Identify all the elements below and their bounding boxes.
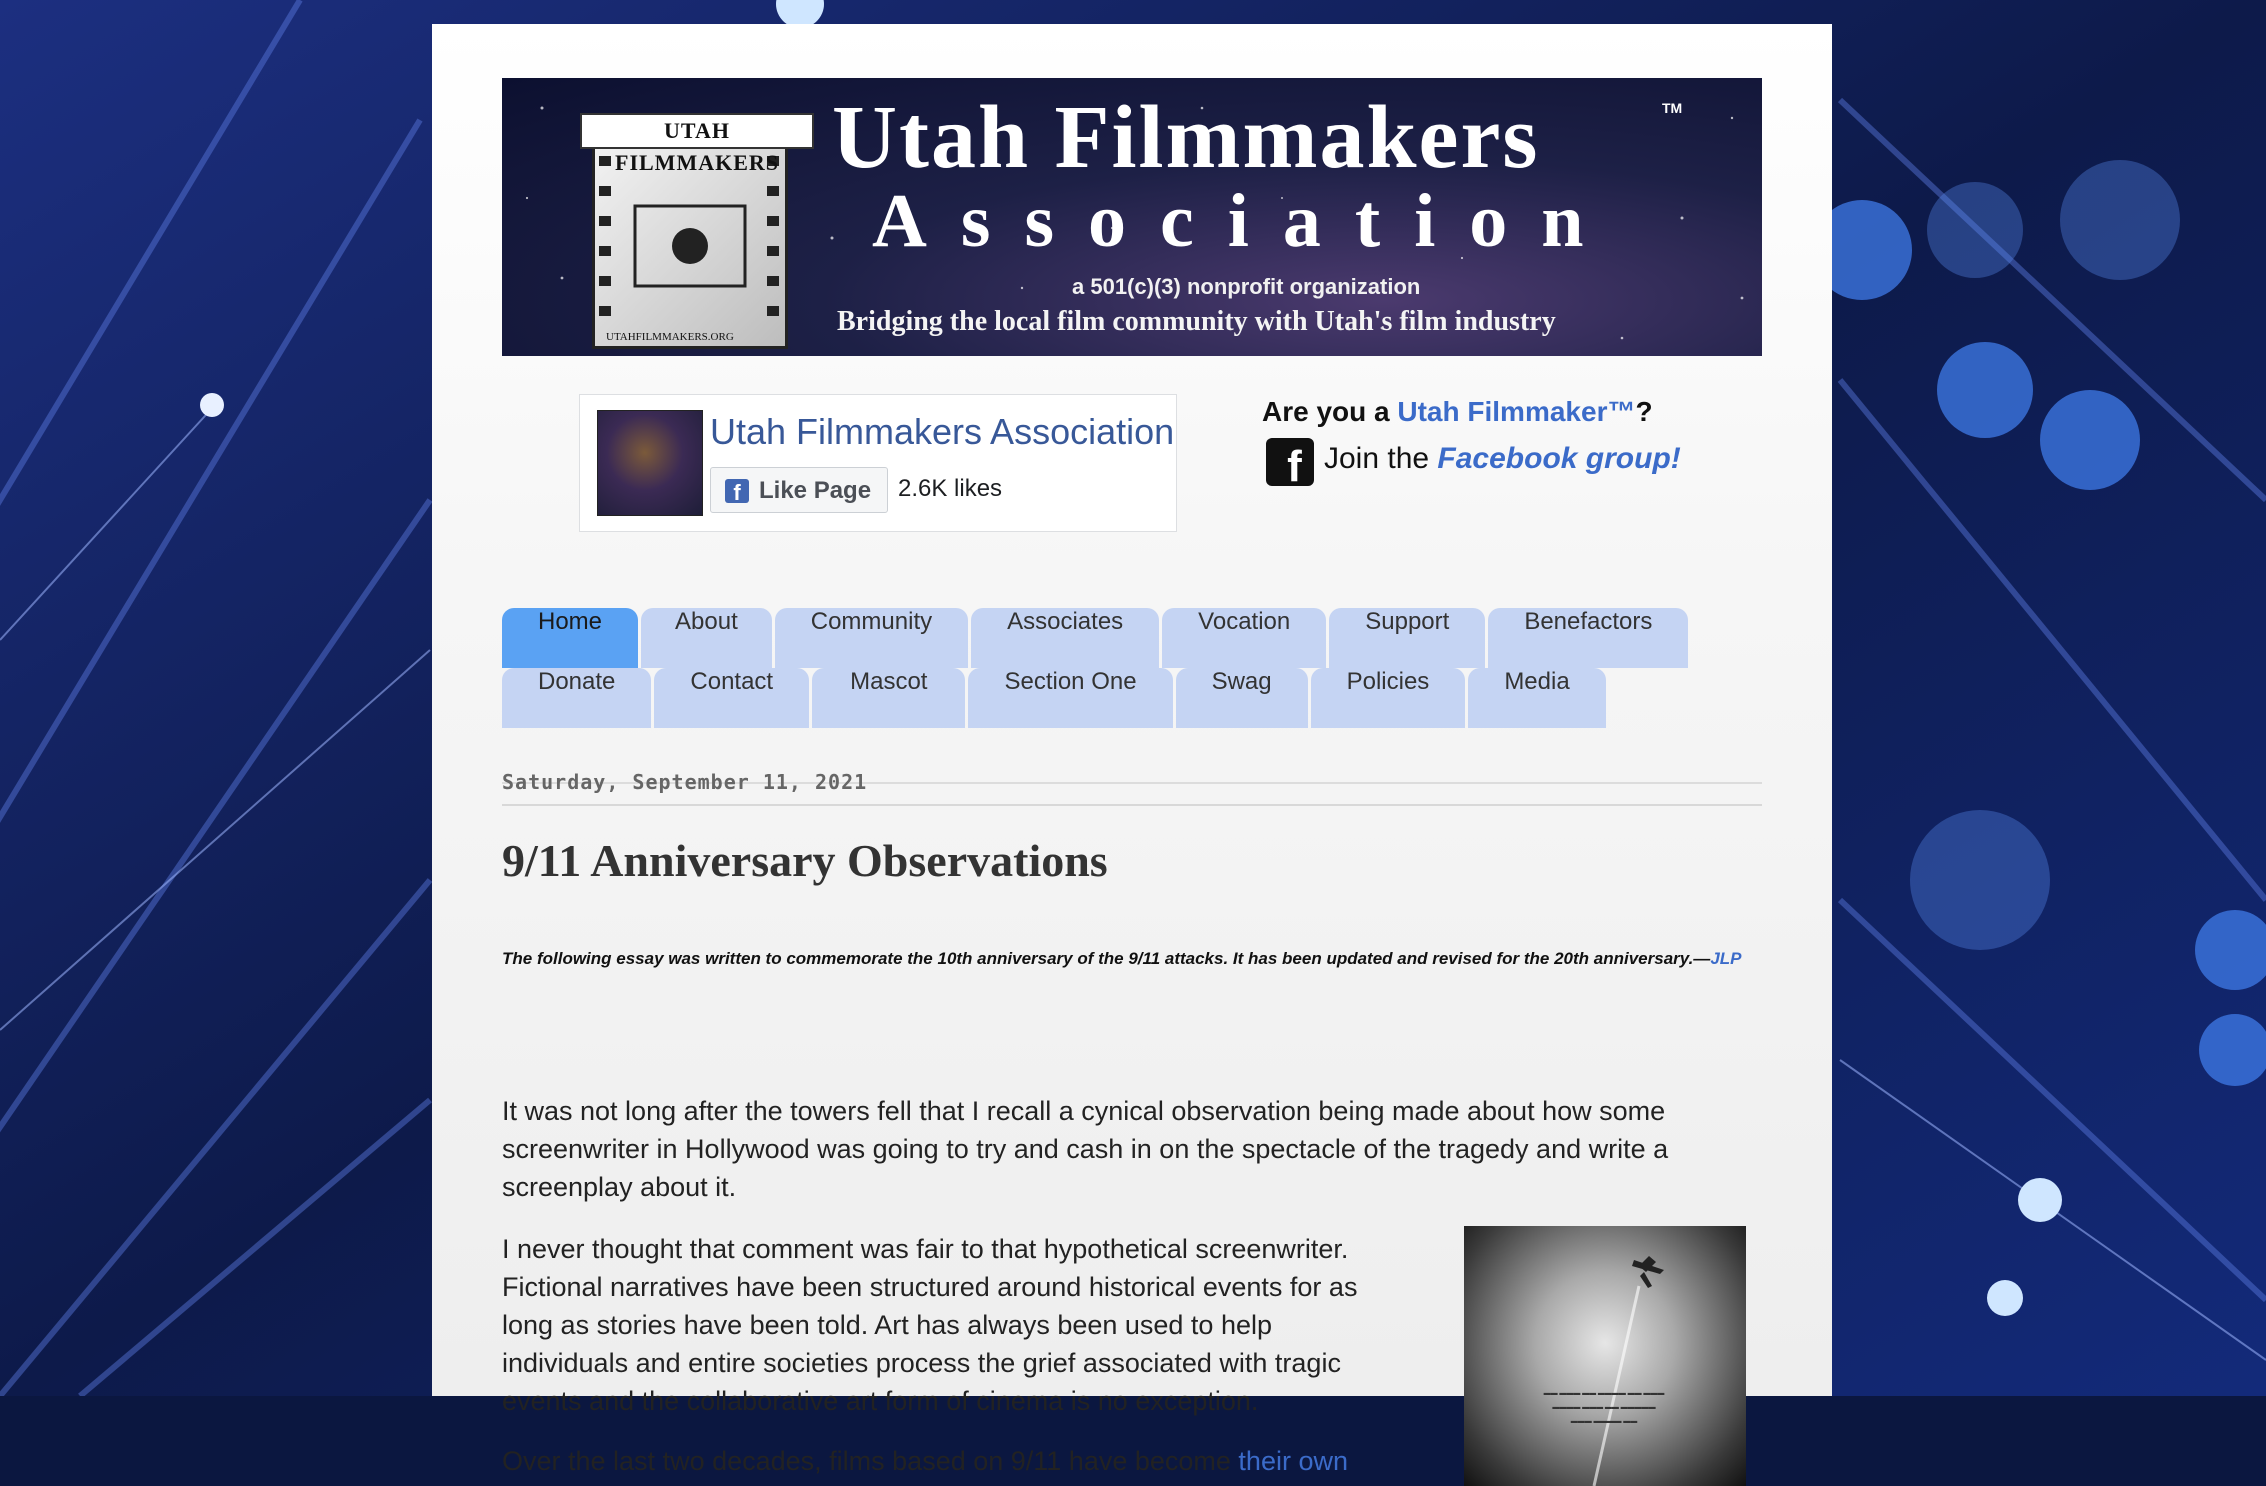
image-caption-decoration: ▬▬ ▬▬▬ ▬▬ ▬▬▬▬ ▬▬ ▬▬▬ ▬▬▬▬ ▬▬▬ ▬▬ ▬▬▬▬▬ ▬▬… xyxy=(1543,1389,1665,1425)
tab-swag[interactable]: Swag xyxy=(1175,668,1308,728)
nonprofit-note: a 501(c)(3) nonprofit organization xyxy=(1072,274,1421,299)
post-intro: The following essay was written to comme… xyxy=(502,940,1762,978)
banner-tagline: Bridging the local film community with U… xyxy=(837,306,1556,337)
airplane-icon xyxy=(1592,1256,1664,1486)
post-paragraph-3: Over the last two decades, films based o… xyxy=(502,1442,1402,1480)
facebook-f-icon: f xyxy=(725,479,749,503)
filmmaker-cta: Are you a Utah Filmmaker™? f Join the Fa… xyxy=(1262,396,1702,486)
tab-home[interactable]: Home xyxy=(502,608,639,668)
logo-url: UTAHFILMMAKERS.ORG xyxy=(606,331,734,343)
banner-subtitle: Association xyxy=(872,179,1618,263)
tab-support[interactable]: Support xyxy=(1329,608,1486,668)
facebook-group-link[interactable]: Facebook group! xyxy=(1437,442,1680,475)
facebook-page-widget: Utah Filmmakers Association f Like Page … xyxy=(579,394,1177,532)
banner-logo: UTAH FILMMAKERS UTAHFILMMAKERS.ORG xyxy=(580,113,814,351)
post-paragraph-2: I never thought that comment was fair to… xyxy=(502,1234,1358,1416)
nav-row-2: Donate Contact Mascot Section One Swag P… xyxy=(502,668,1609,728)
tab-policies[interactable]: Policies xyxy=(1310,668,1466,728)
like-page-label: Like Page xyxy=(759,477,872,504)
tab-media[interactable]: Media xyxy=(1468,668,1606,728)
likes-count: 2.6K likes xyxy=(898,475,1003,502)
their-own-link[interactable]: their own xyxy=(1238,1446,1348,1476)
post-date: Saturday, September 11, 2021 xyxy=(502,770,1762,806)
nav-row-1: Home About Community Associates Vocation… xyxy=(502,608,1691,668)
like-page-button[interactable]: f Like Page xyxy=(710,467,888,513)
tab-mascot[interactable]: Mascot xyxy=(812,668,966,728)
page-avatar[interactable] xyxy=(597,410,703,516)
tab-community[interactable]: Community xyxy=(774,608,969,668)
post-paragraph-1: It was not long after the towers fell th… xyxy=(502,1096,1669,1202)
utah-filmmaker-link[interactable]: Utah Filmmaker™ xyxy=(1397,396,1635,427)
post-intro-text: The following essay was written to comme… xyxy=(502,949,1711,968)
banner-title: Utah Filmmakers xyxy=(832,88,1540,187)
tab-contact[interactable]: Contact xyxy=(654,668,810,728)
facebook-square-icon[interactable]: f xyxy=(1266,438,1314,486)
cta-question-suffix: ? xyxy=(1635,396,1653,427)
facebook-page-name-link[interactable]: Utah Filmmakers Association xyxy=(710,411,1174,453)
cta-question-prefix: Are you a xyxy=(1262,396,1398,427)
logo-label: UTAH FILMMAKERS xyxy=(580,113,814,175)
tab-vocation[interactable]: Vocation xyxy=(1162,608,1327,668)
post-paragraph-3-text: Over the last two decades, films based o… xyxy=(502,1446,1239,1476)
tab-section-one[interactable]: Section One xyxy=(968,668,1173,728)
post-title[interactable]: 9/11 Anniversary Observations xyxy=(502,834,1108,887)
tab-associates[interactable]: Associates xyxy=(971,608,1160,668)
cta-join: f Join the Facebook group! xyxy=(1262,438,1702,486)
author-link[interactable]: JLP xyxy=(1710,949,1741,968)
main-navigation: Home About Community Associates Vocation… xyxy=(502,608,1762,784)
site-banner[interactable]: UTAH FILMMAKERS UTAHFILMMAKERS.ORG Utah … xyxy=(502,78,1762,356)
cta-join-prefix: Join the xyxy=(1324,442,1438,475)
tab-donate[interactable]: Donate xyxy=(502,668,652,728)
post-image-sky-plane[interactable]: ▬▬ ▬▬▬ ▬▬ ▬▬▬▬ ▬▬ ▬▬▬ ▬▬▬▬ ▬▬▬ ▬▬ ▬▬▬▬▬ ▬▬… xyxy=(1464,1226,1746,1486)
trademark-mark: TM xyxy=(1662,100,1683,116)
page-container: UTAH FILMMAKERS UTAHFILMMAKERS.ORG Utah … xyxy=(432,24,1832,1486)
tab-benefactors[interactable]: Benefactors xyxy=(1488,608,1689,668)
tab-about[interactable]: About xyxy=(641,608,772,668)
cta-question: Are you a Utah Filmmaker™? xyxy=(1262,396,1702,428)
content-column: UTAH FILMMAKERS UTAHFILMMAKERS.ORG Utah … xyxy=(502,78,1762,1486)
